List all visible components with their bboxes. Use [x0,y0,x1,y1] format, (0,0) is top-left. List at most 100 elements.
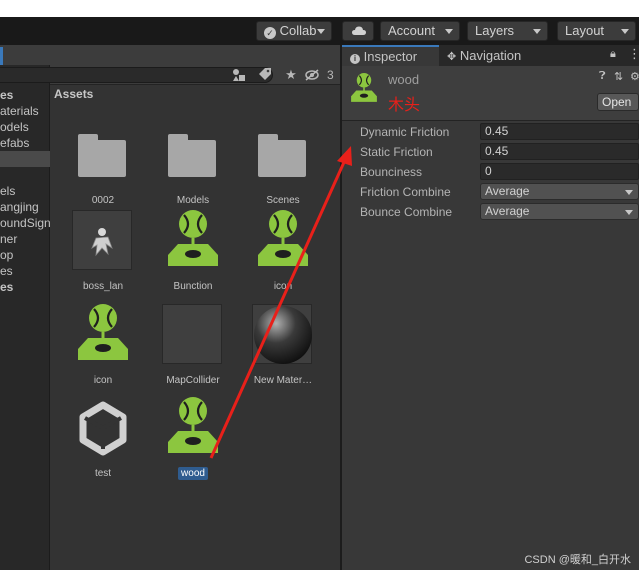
asset-label: Models [176,195,210,206]
property-row: Static Friction 0.45 [342,142,639,162]
empty-preview-thumb [162,304,224,366]
cloud-icon [352,26,366,35]
folder-tree-item[interactable]: es [0,279,50,295]
physic-material-thumb [72,304,134,366]
property-label: Bounciness [360,165,423,179]
inspector-window: i Inspector ✥ Navigation 🔒︎ ⋮ wood 木头 ❓︎… [342,45,639,570]
asset-label: test [94,468,112,479]
folder-icon [72,124,134,186]
asset-item[interactable]: 0002 [59,124,147,206]
help-icon[interactable]: ❓︎ [599,70,606,83]
asset-item[interactable]: Bunction [149,210,237,292]
asset-label: 0002 [91,195,115,206]
asset-item[interactable]: New Mater… [239,304,327,386]
hidden-packages-count: 3 [327,68,334,82]
asset-item[interactable]: icon [59,304,147,386]
property-label: Static Friction [360,145,433,159]
filter-by-type-icon[interactable] [228,66,250,84]
folder-tree-item[interactable]: odels [0,119,50,135]
asset-label: icon [93,375,113,386]
asset-label-wrap: 0002 [59,192,147,206]
assets-breadcrumb[interactable]: Assets [54,87,93,101]
open-button[interactable]: Open [597,93,639,111]
texture-thumb [72,210,134,272]
physic-material-icon [168,397,218,453]
physic-material-thumb [162,397,224,459]
filter-by-label-icon[interactable] [254,66,276,84]
chevron-down-icon [625,210,633,215]
property-dropdown[interactable]: Average [480,203,639,220]
folder-icon [252,124,314,186]
hidden-eye-icon[interactable] [305,66,319,84]
settings-gear-icon[interactable]: ⚙ [630,70,639,83]
folder-tree-item[interactable]: es [0,87,50,103]
chevron-down-icon [621,29,629,34]
cloud-button[interactable] [342,21,374,41]
annotation-text: 木头 [388,97,421,114]
folder-tree-item[interactable]: es [0,263,50,279]
layers-label: Layers [475,23,515,38]
physic-material-icon [78,304,128,360]
property-row: Dynamic Friction 0.45 [342,122,639,142]
assets-panel: Assets 0002 Models Scenes boss_lan Bunction i… [50,85,340,570]
asset-label-wrap: Scenes [239,192,327,206]
asset-item[interactable]: icon [239,210,327,292]
property-input[interactable]: 0 [480,163,639,180]
asset-item[interactable]: test [59,397,147,479]
collab-label: Collab [279,23,317,38]
tab-inspector[interactable]: i Inspector [342,45,439,66]
property-value: Average [485,184,530,198]
kebab-menu-icon[interactable]: ⋮ [628,47,639,61]
property-input[interactable]: 0.45 [480,143,639,160]
asset-label: wood [178,467,208,480]
property-value: 0.45 [485,124,509,138]
physic-material-thumb [162,210,224,272]
folder-tree-item[interactable]: els [0,183,50,199]
chevron-down-icon [317,29,325,34]
asset-label: Bunction [173,281,213,292]
folder-tree-item[interactable] [0,167,50,183]
chevron-down-icon [533,29,541,34]
chevron-down-icon [445,29,453,34]
tab-navigation[interactable]: ✥ Navigation [439,45,539,66]
tab-inspector-label: Inspector [363,49,418,64]
asset-label-wrap: Bunction [149,278,237,292]
folder-tree-list: es aterials odels efabs els angjing oundSign ne… [0,87,50,295]
folder-icon [162,124,224,186]
account-dropdown[interactable]: Account [380,21,460,41]
property-value: Average [485,204,530,218]
asset-label-wrap: wood [149,465,237,480]
folder-tree-item[interactable]: ner [0,231,50,247]
asset-label-wrap: MapCollider [149,372,237,386]
asset-item[interactable]: Scenes [239,124,327,206]
presets-icon[interactable]: ⇅ [614,70,623,83]
folder-tree-item[interactable]: angjing [0,199,50,215]
layout-dropdown[interactable]: Layout [557,21,636,41]
folder-tree-item[interactable]: op [0,247,50,263]
layers-dropdown[interactable]: Layers [467,21,548,41]
asset-label: boss_lan [82,281,124,292]
asset-label-wrap: Models [149,192,237,206]
property-row: Friction Combine Average [342,182,639,202]
collab-button[interactable]: ✓ Collab [256,21,332,41]
physic-material-thumb [252,210,314,272]
navigation-icon: ✥ [447,51,457,63]
asset-label-wrap: icon [239,278,327,292]
asset-item[interactable]: Models [149,124,237,206]
folder-tree-item[interactable]: oundSign [0,215,50,231]
lock-icon[interactable]: 🔒︎ [610,48,616,61]
asset-item[interactable]: wood [149,397,237,480]
property-value: 0 [485,164,492,178]
folder-tree-item[interactable]: aterials [0,103,50,119]
property-input[interactable]: 0.45 [480,123,639,140]
asset-item[interactable]: MapCollider [149,304,237,386]
asset-label: New Mater… [253,375,313,386]
inspector-tab-bar: i Inspector ✥ Navigation 🔒︎ ⋮ [342,45,639,66]
asset-item[interactable]: boss_lan [59,210,147,292]
inspector-header: wood 木头 ❓︎ ⇅ ⚙ Open [342,66,639,121]
favorite-star-icon[interactable]: ★ [280,66,302,84]
asset-label-wrap: test [59,465,147,479]
property-dropdown[interactable]: Average [480,183,639,200]
folder-tree-item[interactable] [0,151,50,167]
folder-tree-item[interactable]: efabs [0,135,50,151]
